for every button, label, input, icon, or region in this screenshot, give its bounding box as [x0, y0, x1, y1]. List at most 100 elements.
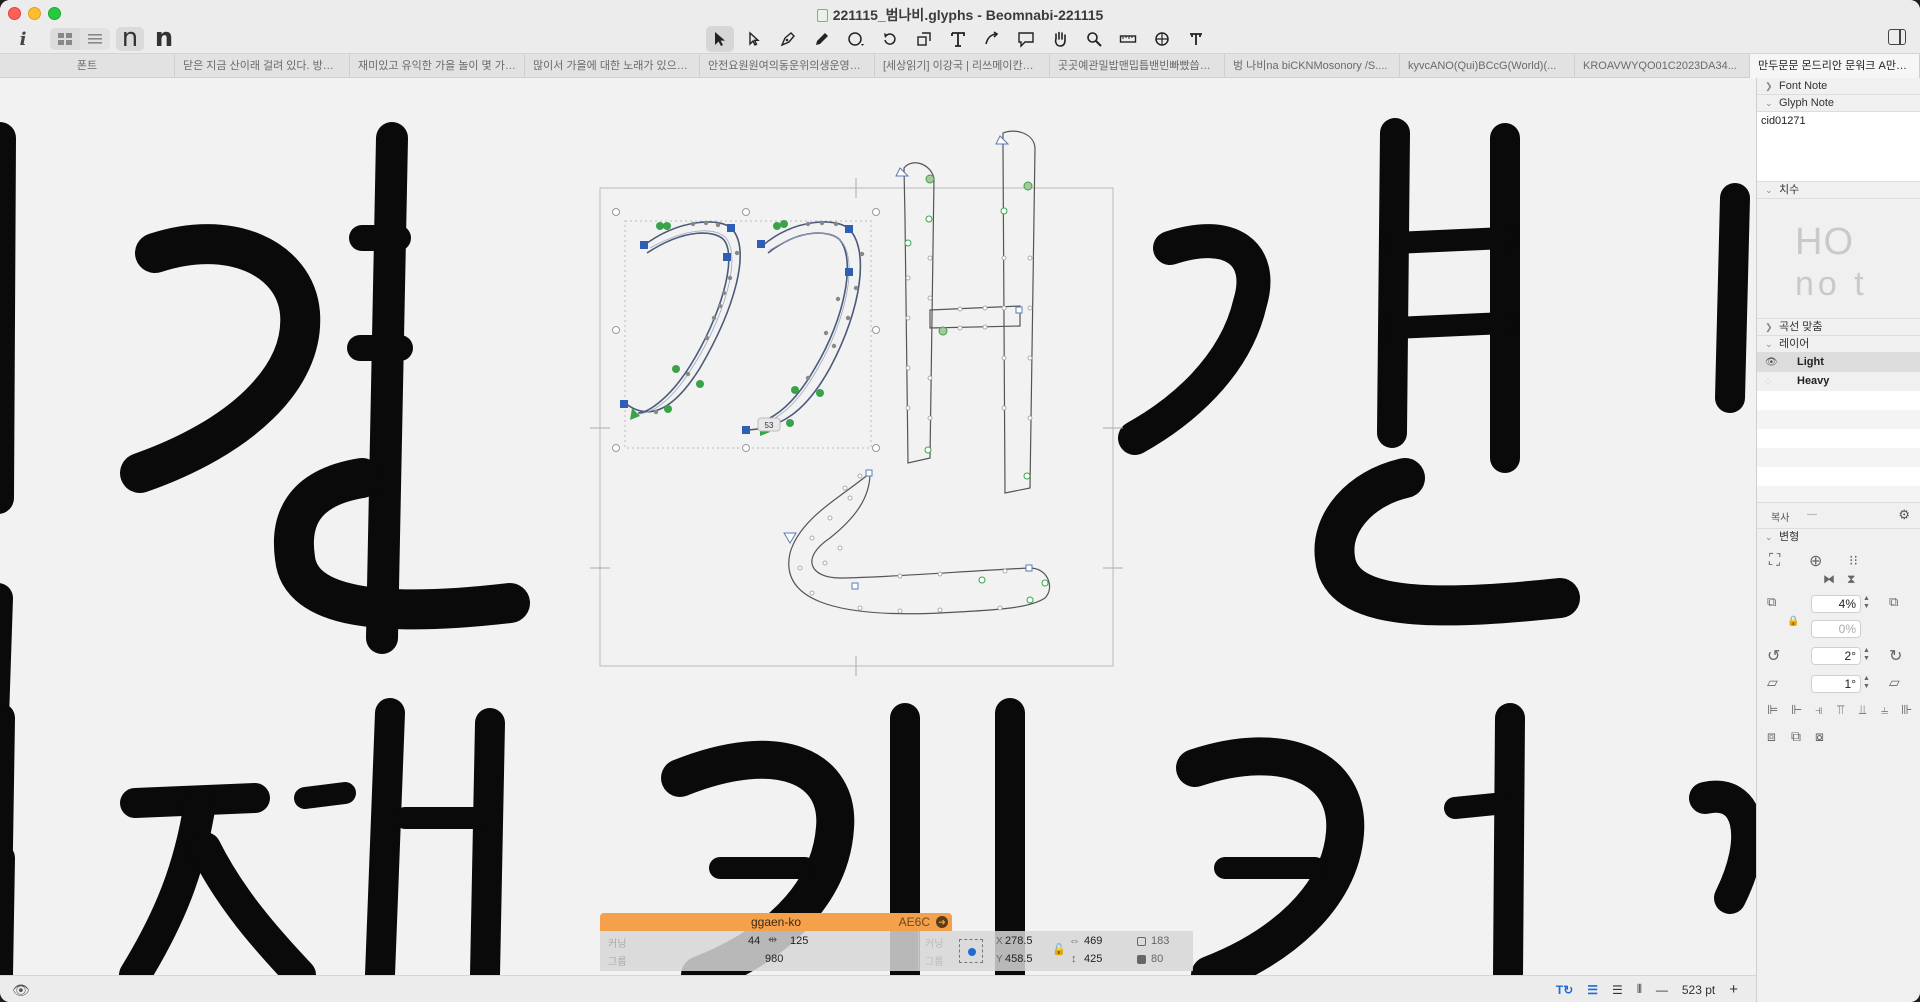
columns-icon[interactable]: ⫴ [1637, 982, 1642, 997]
scale-stepper[interactable]: ▲ ▼ [1863, 595, 1871, 613]
font-note-section[interactable]: ❯ Font Note [1757, 78, 1920, 95]
h-field[interactable]: 425 [1084, 953, 1102, 965]
scale-up-icon[interactable]: ⧉ [1889, 594, 1898, 610]
preview-eye-icon[interactable]: 👁 [12, 982, 30, 999]
align-top-icon[interactable]: ⫪ [1837, 702, 1844, 718]
width-field[interactable]: 980 [765, 953, 783, 965]
transform-section[interactable]: ⌄ 변형 [1757, 529, 1920, 546]
rotate-input[interactable]: 2° [1811, 647, 1861, 665]
measure-tool-icon[interactable] [1114, 26, 1142, 52]
align-left-edges-icon[interactable]: ⊫ [1767, 702, 1778, 718]
crosshair-icon[interactable]: ⊕ [1809, 551, 1822, 571]
layer-visible-eye-icon[interactable]: 👁 [1765, 353, 1778, 372]
x-field[interactable]: 278.5 [1005, 935, 1033, 947]
tab-font[interactable]: 폰트 [0, 54, 175, 78]
align-middle-icon[interactable]: ⫫ [1859, 702, 1866, 718]
zoom-out-button[interactable]: — [1656, 983, 1668, 997]
tab-text-8[interactable]: kyvcANO(Qui)BCcG(World)(... [1400, 54, 1575, 78]
align-bottom-icon[interactable]: ⫨ [1881, 702, 1888, 718]
comment-tool-icon[interactable] [1012, 26, 1040, 52]
tab-text-5[interactable]: [세상읽기] 이강국 | 리쓰메이칸대 경... [875, 54, 1050, 78]
text-tool-icon[interactable] [944, 26, 972, 52]
knife-tool-icon[interactable] [1148, 26, 1176, 52]
slant-input[interactable]: 1° [1811, 675, 1861, 693]
glyph-outline-ae[interactable] [903, 130, 1036, 494]
rotate-ccw-icon[interactable]: ↺ [1767, 646, 1780, 666]
type-tool-icon[interactable] [1182, 26, 1210, 52]
primitives-tool-icon[interactable] [842, 26, 870, 52]
rsb-field[interactable]: 125 [790, 935, 808, 947]
tab-text-2[interactable]: 재미있고 유익한 가을 놀이 몇 가지답... [350, 54, 525, 78]
subtract-icon[interactable]: ⧉ [1791, 728, 1801, 745]
slant-right-icon[interactable]: ▱ [1889, 674, 1900, 691]
slant-stepper[interactable]: ▲ ▼ [1863, 675, 1871, 693]
zoom-in-button[interactable]: + [1729, 981, 1738, 998]
align-right-edges-icon[interactable]: ⫣ [1815, 702, 1823, 718]
annotation-tool-icon[interactable] [978, 26, 1006, 52]
ae-nodes[interactable] [895, 135, 1033, 480]
y-field[interactable]: 458.5 [1005, 953, 1033, 965]
remove-layer-button[interactable]: — [1807, 509, 1817, 520]
list-view-icon[interactable] [80, 28, 110, 50]
select-tool-icon[interactable] [706, 26, 734, 52]
metrics-section[interactable]: ⌄ 치수 [1757, 182, 1920, 199]
copy-button[interactable]: 복사 [1771, 509, 1789, 524]
pencil-tool-icon[interactable] [808, 26, 836, 52]
layer-hidden-eye-icon[interactable]: ◌ [1765, 372, 1771, 391]
align-centers-icon[interactable]: ⊩ [1791, 702, 1802, 718]
flip-vertical-icon[interactable]: ⧗ [1847, 572, 1855, 587]
glyph-note-field[interactable]: cid01271 [1757, 112, 1920, 182]
w-field[interactable]: 469 [1084, 935, 1102, 947]
glyph-unicode[interactable]: AE6C [899, 915, 930, 929]
rotate-cw-icon[interactable]: ↻ [1889, 646, 1902, 666]
glyph-canvas-drawing[interactable]: 53 [0, 78, 1756, 975]
layer-light[interactable]: 👁 Light [1757, 353, 1920, 372]
scale-tool-icon[interactable] [910, 26, 938, 52]
origin-dashed-icon[interactable]: ⁝⁝ [1849, 552, 1858, 569]
select-all-layers-tool-icon[interactable] [740, 26, 768, 52]
pen-tool-icon[interactable] [774, 26, 802, 52]
edit-canvas[interactable]: 53 ggaen-ko AE6C ➜ 커닝 그룹 44 ⇹ 125 980 커닝… [0, 78, 1756, 975]
rotate-stepper[interactable]: ▲ ▼ [1863, 647, 1871, 665]
glyph-name-bar[interactable]: ggaen-ko AE6C ➜ [600, 913, 952, 931]
reference-point-icon[interactable] [959, 939, 983, 963]
tab-text-6[interactable]: 곳곳예관밀밥맨밉틉밴빈빠빴씁씁... [1050, 54, 1225, 78]
tab-text-10-active[interactable]: 만두문문 몬드리안 문워크 A만두/m... [1750, 54, 1920, 78]
lsb-field[interactable]: 44 [748, 935, 760, 947]
link-metrics-icon[interactable]: ⇹ [768, 933, 777, 946]
union-icon[interactable]: ⧈ [1767, 728, 1776, 745]
scale-lock-icon[interactable]: 🔒 [1787, 616, 1799, 627]
hand-tool-icon[interactable] [1046, 26, 1074, 52]
preview-bold-button[interactable]: n [150, 25, 178, 51]
glyph-outline-nieun[interactable] [788, 471, 1051, 615]
scale-down-icon[interactable]: ⧉ [1767, 594, 1776, 610]
tab-text-7[interactable]: 벙 나비na biCKNMosonory /S.... [1225, 54, 1400, 78]
nieun-nodes[interactable] [783, 469, 1049, 614]
tab-text-3[interactable]: 많이서 가을에 대한 노래가 있으면 그... [525, 54, 700, 78]
layer-heavy[interactable]: ◌ Heavy [1757, 372, 1920, 391]
intersect-icon[interactable]: ⧇ [1815, 728, 1824, 745]
glyph-outline-ssangkiyeok[interactable] [624, 221, 862, 431]
zoom-tool-icon[interactable] [1080, 26, 1108, 52]
text-direction-icon[interactable]: T↻ [1556, 983, 1573, 997]
tab-text-4[interactable]: 안전요원원여의동운위의생운영안위을... [700, 54, 875, 78]
info-button[interactable]: i [12, 29, 34, 50]
glyph-note-section[interactable]: ⌄ Glyph Note [1757, 95, 1920, 112]
grid-view-icon[interactable] [50, 28, 80, 50]
flip-horizontal-icon[interactable]: ⧓ [1823, 572, 1835, 586]
scale-input[interactable]: 4% [1811, 595, 1861, 613]
lock-icon[interactable]: 🔓 [1052, 943, 1066, 956]
distribute-icon[interactable]: ⊪ [1901, 702, 1912, 718]
zoom-level[interactable]: 523 pt [1682, 983, 1715, 997]
rotate-tool-icon[interactable] [876, 26, 904, 52]
slant-left-icon[interactable]: ▱ [1767, 674, 1778, 691]
sidebar-toggle-icon[interactable] [1888, 29, 1906, 45]
tab-text-1[interactable]: 닫은 지금 산이래 걸려 있다. 방중을... [175, 54, 350, 78]
origin-grid-icon[interactable]: ⛶ [1769, 552, 1780, 570]
curve-fit-section[interactable]: ❯ 곡선 맞춤 [1757, 319, 1920, 336]
tab-text-9[interactable]: KROAVWYQO01C2023DA34... [1575, 54, 1750, 78]
gear-icon[interactable]: ⚙ [1898, 507, 1910, 523]
align-left-icon[interactable]: ☰ [1587, 983, 1598, 997]
scale-y-input[interactable]: 0% [1811, 620, 1861, 638]
align-right-icon[interactable]: ☰ [1612, 983, 1623, 997]
